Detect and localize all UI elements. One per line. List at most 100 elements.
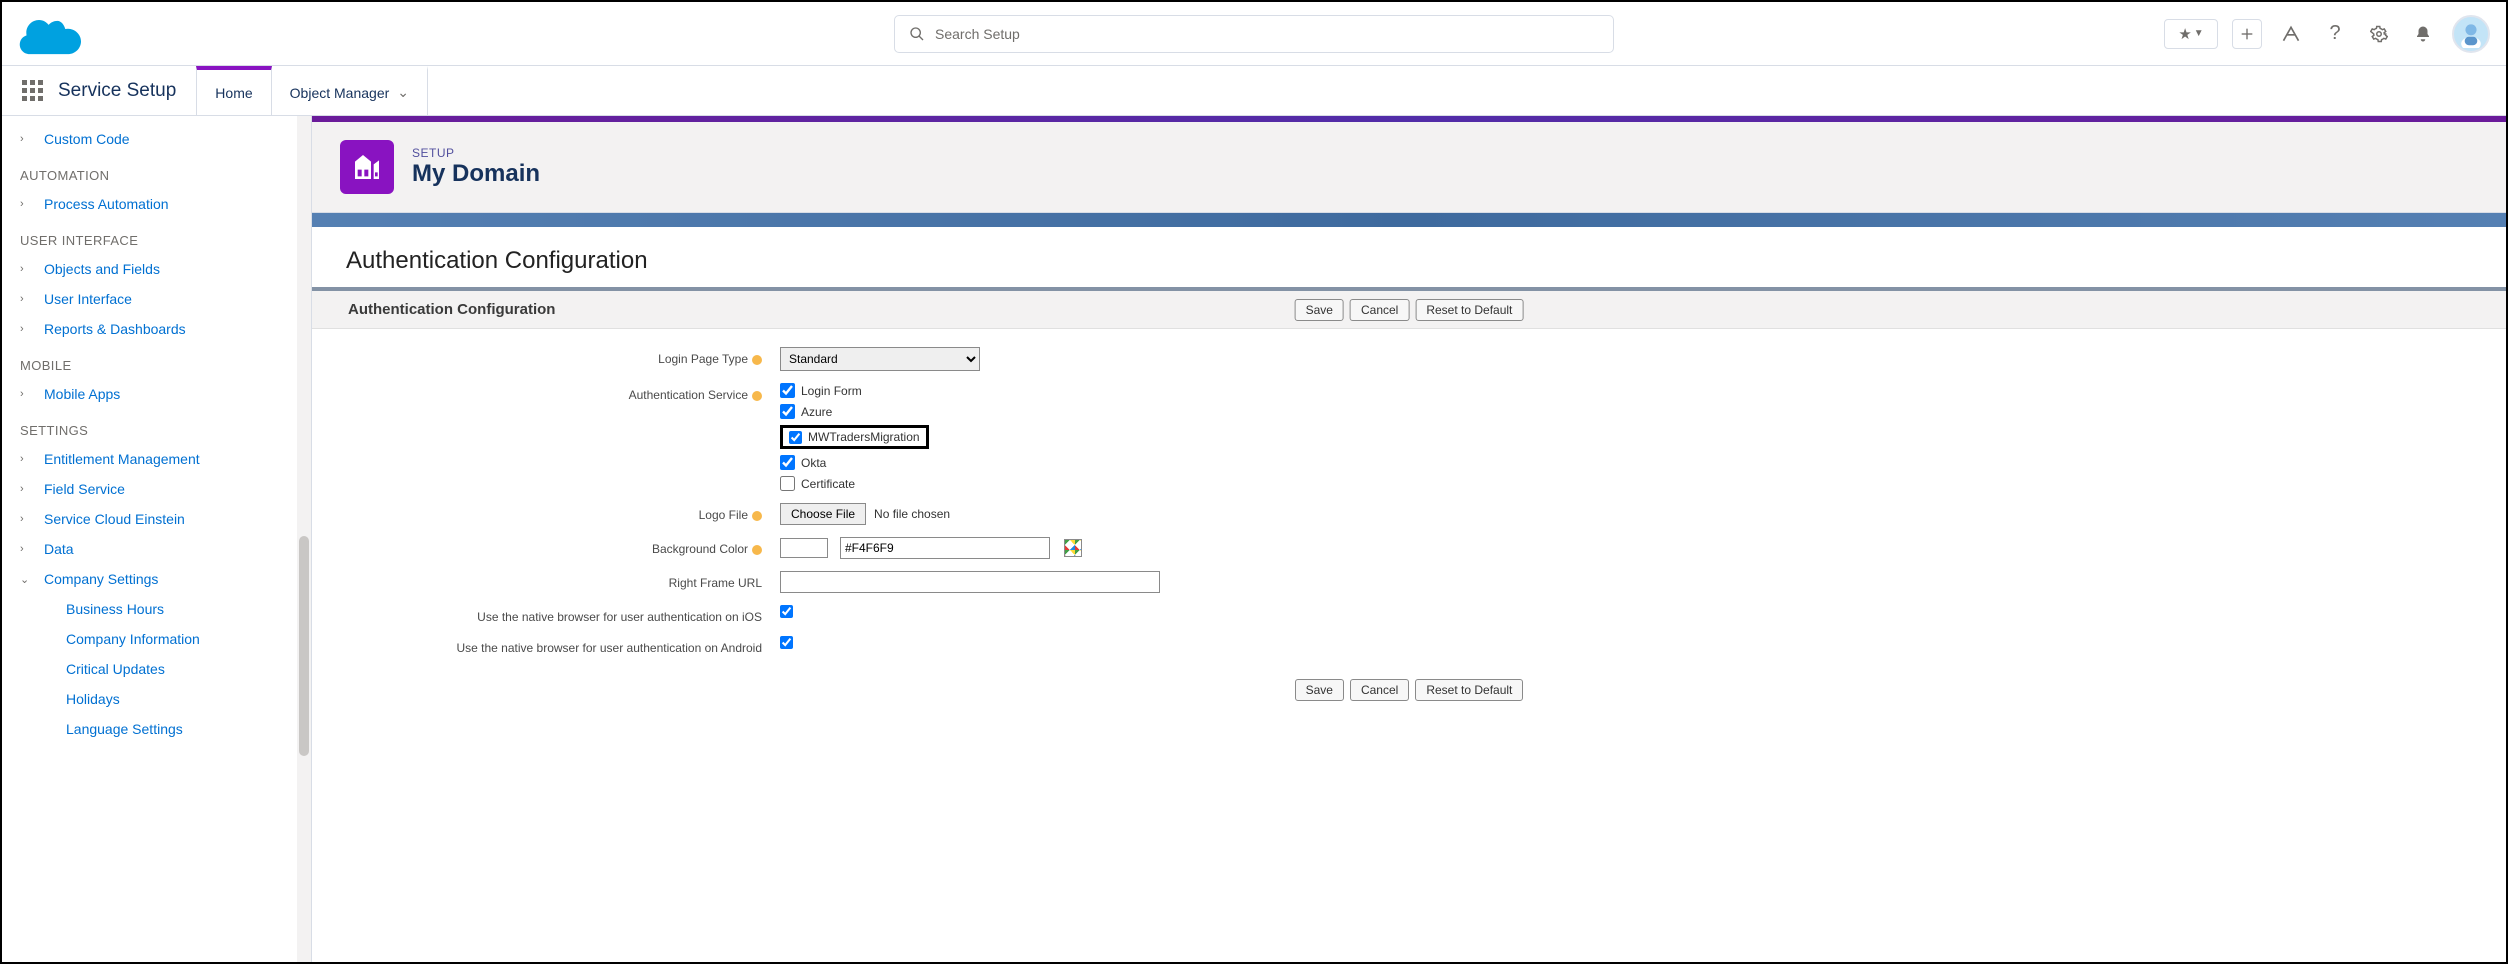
choose-file-button[interactable]: Choose File xyxy=(780,503,866,525)
save-button[interactable]: Save xyxy=(1295,299,1344,321)
sidebar-item[interactable]: › Custom Code xyxy=(2,124,311,154)
auth-service-checkbox[interactable] xyxy=(780,455,795,470)
avatar[interactable] xyxy=(2452,15,2490,53)
sidebar-section: MOBILE xyxy=(2,344,311,379)
chevron-icon: › xyxy=(20,293,34,305)
sidebar-item-label: Service Cloud Einstein xyxy=(44,511,185,527)
chevron-icon: › xyxy=(20,513,34,525)
sidebar-item-label: Reports & Dashboards xyxy=(44,321,186,337)
chevron-icon: › xyxy=(20,198,34,210)
auth-service-checkbox[interactable] xyxy=(780,383,795,398)
sidebar-item-label: Mobile Apps xyxy=(44,386,120,402)
tab-home-label: Home xyxy=(215,85,252,101)
sidebar-item[interactable]: › Process Automation xyxy=(2,189,311,219)
gear-icon[interactable] xyxy=(2364,19,2394,49)
panel-header: Authentication Configuration Save Cancel… xyxy=(312,291,2506,329)
chevron-icon: › xyxy=(20,388,34,400)
sidebar-item[interactable]: Holidays xyxy=(2,684,311,714)
setup-tree-sidebar: › Custom Code AUTOMATION › Process Automatio… xyxy=(2,116,312,962)
sidebar-item[interactable]: Business Hours xyxy=(2,594,311,624)
reset-to-default-button[interactable]: Reset to Default xyxy=(1415,679,1523,701)
sidebar-item-label: Process Automation xyxy=(44,196,169,212)
background-color-swatch[interactable] xyxy=(780,538,828,558)
login-page-type-label: Login Page Type xyxy=(340,347,780,366)
auth-service-checkbox[interactable] xyxy=(780,476,795,491)
sidebar-section: SETTINGS xyxy=(2,409,311,444)
auth-service-label: Azure xyxy=(801,405,832,419)
global-header: ★▼ ? xyxy=(2,2,2506,66)
native-browser-ios-checkbox[interactable] xyxy=(780,605,793,618)
page-title: My Domain xyxy=(412,160,540,188)
sidebar-item[interactable]: › Reports & Dashboards xyxy=(2,314,311,344)
reset-to-default-button[interactable]: Reset to Default xyxy=(1415,299,1523,321)
search-input[interactable] xyxy=(935,26,1599,42)
sidebar-item-label: Holidays xyxy=(66,691,120,707)
sidebar-item[interactable]: ⌄ Company Settings xyxy=(2,564,311,594)
native-browser-android-checkbox[interactable] xyxy=(780,636,793,649)
sidebar-item[interactable]: › User Interface xyxy=(2,284,311,314)
authentication-service-label: Authentication Service xyxy=(340,383,780,402)
tab-object-manager[interactable]: Object Manager ⌄ xyxy=(272,66,428,115)
page-header: SETUP My Domain xyxy=(312,122,2506,213)
page-eyebrow: SETUP xyxy=(412,146,540,160)
sidebar-item[interactable]: ›Data xyxy=(2,534,311,564)
app-launcher-icon[interactable] xyxy=(14,66,50,115)
app-title: Service Setup xyxy=(50,66,196,115)
sidebar-item-label: Company Information xyxy=(66,631,200,647)
content-pane: SETUP My Domain Authentication Configura… xyxy=(312,116,2506,962)
sidebar-item[interactable]: ›Entitlement Management xyxy=(2,444,311,474)
sidebar-item[interactable]: › Objects and Fields xyxy=(2,254,311,284)
auth-service-option: Certificate xyxy=(780,476,929,491)
einstein-icon[interactable] xyxy=(2276,19,2306,49)
sidebar-item[interactable]: › Field Service xyxy=(2,474,311,504)
native-browser-android-label: Use the native browser for user authenti… xyxy=(340,636,780,655)
sidebar-item-label: Company Settings xyxy=(44,571,158,587)
sidebar-item-label: Data xyxy=(44,541,74,557)
background-color-input[interactable] xyxy=(840,537,1050,559)
tab-home[interactable]: Home xyxy=(196,66,271,115)
chevron-icon: › xyxy=(20,133,34,145)
right-frame-url-input[interactable] xyxy=(780,571,1160,593)
login-page-type-select[interactable]: Standard xyxy=(780,347,980,371)
sidebar-item[interactable]: Company Information xyxy=(2,624,311,654)
auth-service-label: MWTradersMigration xyxy=(808,430,920,444)
chevron-icon: › xyxy=(20,483,34,495)
notification-icon[interactable] xyxy=(2408,19,2438,49)
auth-service-checkbox[interactable] xyxy=(780,404,795,419)
auth-service-label: Login Form xyxy=(801,384,862,398)
sidebar-item[interactable]: › Mobile Apps xyxy=(2,379,311,409)
cancel-button[interactable]: Cancel xyxy=(1350,679,1409,701)
sidebar-item[interactable]: Critical Updates xyxy=(2,654,311,684)
global-search[interactable] xyxy=(894,15,1614,53)
native-browser-ios-label: Use the native browser for user authenti… xyxy=(340,605,780,624)
chevron-icon: › xyxy=(20,263,34,275)
my-domain-icon xyxy=(340,140,394,194)
salesforce-logo xyxy=(18,11,88,57)
sidebar-item-label: User Interface xyxy=(44,291,132,307)
chevron-icon: › xyxy=(20,323,34,335)
sidebar-section: AUTOMATION xyxy=(2,154,311,189)
chevron-icon: ⌄ xyxy=(20,573,34,586)
color-picker-icon[interactable] xyxy=(1064,539,1082,557)
sidebar-item-label: Field Service xyxy=(44,481,125,497)
cancel-button[interactable]: Cancel xyxy=(1350,299,1409,321)
decorative-strip xyxy=(312,213,2506,227)
global-add-button[interactable] xyxy=(2232,19,2262,49)
logo-file-label: Logo File xyxy=(340,503,780,522)
favorites-button[interactable]: ★▼ xyxy=(2164,19,2218,49)
save-button[interactable]: Save xyxy=(1295,679,1344,701)
auth-service-label: Okta xyxy=(801,456,826,470)
auth-service-option: Okta xyxy=(780,455,929,470)
sidebar-scrollbar-thumb[interactable] xyxy=(299,536,309,756)
sidebar-item-label: Objects and Fields xyxy=(44,261,160,277)
panel-header-title: Authentication Configuration xyxy=(348,301,555,318)
sidebar-item-label: Custom Code xyxy=(44,131,130,147)
auth-service-checkbox[interactable] xyxy=(789,431,802,444)
sidebar-item[interactable]: › Service Cloud Einstein xyxy=(2,504,311,534)
sidebar-item-label: Language Settings xyxy=(66,721,183,737)
section-title: Authentication Configuration xyxy=(312,227,2506,287)
sidebar-item[interactable]: Language Settings xyxy=(2,714,311,744)
sidebar-section: USER INTERFACE xyxy=(2,219,311,254)
help-icon[interactable]: ? xyxy=(2320,19,2350,49)
context-bar: Service Setup Home Object Manager ⌄ xyxy=(2,66,2506,116)
